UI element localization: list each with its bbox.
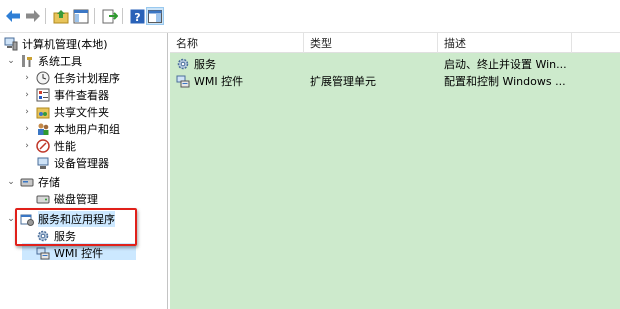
- computer-management-icon: [4, 37, 18, 51]
- column-header-description[interactable]: 描述: [438, 33, 572, 53]
- list-cell-name-wrap: 服务: [176, 55, 304, 72]
- list-header: 名称 类型 描述: [170, 33, 620, 53]
- list-item[interactable]: 服务 启动、终止并设置 Win...: [170, 55, 620, 72]
- console-tree: 计算机管理(本地) ⌄ 系统工具 › 任务计划程序 › 事件查看器 › 共享文件…: [0, 33, 168, 309]
- tree-item-local-users[interactable]: › 本地用户和组: [22, 120, 120, 137]
- up-folder-icon[interactable]: [52, 7, 70, 25]
- chevron-down-icon[interactable]: ⌄: [6, 214, 16, 224]
- chevron-down-icon[interactable]: ⌄: [6, 177, 16, 187]
- disk-management-icon: [36, 192, 50, 206]
- gear-icon: [36, 229, 50, 243]
- chevron-right-icon[interactable]: ›: [22, 141, 32, 151]
- tree-item-system-tools[interactable]: ⌄ 系统工具: [6, 52, 82, 69]
- tree-label: 服务: [54, 229, 76, 243]
- tree-label: 存储: [38, 175, 60, 189]
- wmi-control-icon: [176, 74, 190, 88]
- tree-label: 任务计划程序: [54, 71, 120, 85]
- tree-item-services[interactable]: 服务: [36, 227, 76, 244]
- list-item[interactable]: WMI 控件 扩展管理单元 配置和控制 Windows ...: [170, 72, 620, 89]
- details-list: 名称 类型 描述 服务 启动、终止并设置 Win... WMI 控件 扩展管理单…: [170, 33, 620, 309]
- tree-label: 设备管理器: [54, 156, 109, 170]
- tree-item-computer-management[interactable]: 计算机管理(本地): [4, 35, 108, 52]
- tree-label: 事件查看器: [54, 88, 109, 102]
- list-cell-type: [310, 55, 438, 72]
- storage-icon: [20, 175, 34, 189]
- tree-label: 共享文件夹: [54, 105, 109, 119]
- list-cell-name: WMI 控件: [194, 74, 244, 88]
- users-icon: [36, 122, 50, 136]
- list-cell-description: 启动、终止并设置 Win...: [444, 57, 567, 71]
- services-apps-icon: [20, 212, 34, 226]
- tree-label: 磁盘管理: [54, 192, 98, 206]
- tree-item-shared-folders[interactable]: › 共享文件夹: [22, 103, 109, 120]
- back-arrow-icon[interactable]: [4, 7, 22, 25]
- shared-folder-icon: [36, 105, 50, 119]
- action-pane-icon[interactable]: [146, 7, 164, 25]
- event-viewer-icon: [36, 88, 50, 102]
- device-manager-icon: [36, 156, 50, 170]
- help-glyph: ?: [134, 11, 140, 24]
- chevron-right-icon[interactable]: ›: [22, 124, 32, 134]
- list-cell-name: 服务: [194, 57, 216, 71]
- tree-label: 系统工具: [38, 54, 82, 68]
- tree-label: 服务和应用程序: [38, 210, 115, 227]
- tree-item-event-viewer[interactable]: › 事件查看器: [22, 86, 109, 103]
- tree-item-storage[interactable]: ⌄ 存储: [6, 173, 60, 190]
- help-icon[interactable]: ?: [128, 7, 146, 25]
- tree-item-disk-management[interactable]: 磁盘管理: [36, 190, 98, 207]
- toolbar: ?: [0, 0, 620, 33]
- forward-arrow-icon[interactable]: [24, 7, 42, 25]
- tree-item-services-apps[interactable]: ⌄ 服务和应用程序: [6, 210, 115, 227]
- column-header-type[interactable]: 类型: [304, 33, 438, 53]
- show-hide-console-tree-icon[interactable]: [72, 7, 90, 25]
- gear-icon: [176, 57, 190, 71]
- tree-label: 性能: [54, 139, 76, 153]
- export-list-icon[interactable]: [101, 7, 119, 25]
- tree-label: WMI 控件: [54, 246, 104, 260]
- chevron-right-icon[interactable]: ›: [22, 107, 32, 117]
- system-tools-icon: [20, 54, 34, 68]
- chevron-down-icon[interactable]: ⌄: [6, 56, 16, 66]
- clock-icon: [36, 71, 50, 85]
- tree-item-device-manager[interactable]: 设备管理器: [36, 154, 109, 171]
- performance-icon: [36, 138, 50, 153]
- list-cell-name-wrap: WMI 控件: [176, 72, 304, 89]
- list-cell-type: 扩展管理单元: [310, 74, 376, 88]
- wmi-control-icon: [36, 246, 50, 260]
- tree-item-performance[interactable]: › 性能: [22, 137, 76, 154]
- chevron-right-icon[interactable]: ›: [22, 73, 32, 83]
- tree-item-task-scheduler[interactable]: › 任务计划程序: [22, 69, 120, 86]
- tree-label: 计算机管理(本地): [22, 37, 108, 51]
- chevron-right-icon[interactable]: ›: [22, 90, 32, 100]
- column-header-name[interactable]: 名称: [170, 33, 304, 53]
- tree-item-wmi-control[interactable]: WMI 控件: [36, 244, 103, 261]
- list-cell-description: 配置和控制 Windows ...: [444, 74, 566, 88]
- tree-label: 本地用户和组: [54, 122, 120, 136]
